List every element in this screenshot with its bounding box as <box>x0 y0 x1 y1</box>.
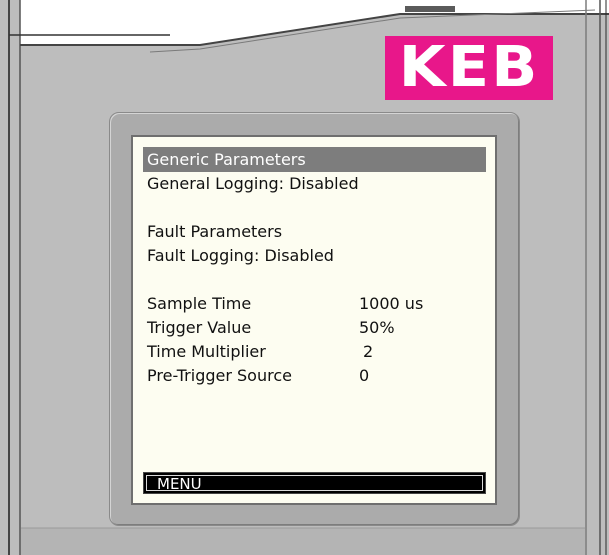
lcd-screen: Generic Parameters General Logging: Disa… <box>131 135 497 505</box>
param-row-pre-trigger-source[interactable]: Pre-Trigger Source 0 <box>143 364 486 388</box>
keb-logo: KEB <box>385 36 553 100</box>
menu-label: MENU <box>157 475 202 493</box>
general-logging-row[interactable]: General Logging: Disabled <box>143 172 486 196</box>
generic-parameters-title[interactable]: Generic Parameters <box>143 147 486 172</box>
keb-logo-text: KEB <box>398 35 540 100</box>
menu-bar[interactable]: MENU <box>143 472 486 494</box>
param-label: Sample Time <box>147 294 252 313</box>
param-label: Pre-Trigger Source <box>147 366 292 385</box>
param-value: 0 <box>359 366 370 385</box>
screen-content: Generic Parameters General Logging: Disa… <box>143 147 486 388</box>
param-value: 50% <box>359 318 395 337</box>
param-value: 1000 us <box>359 294 424 313</box>
param-row-time-multiplier[interactable]: Time Multiplier 2 <box>143 340 486 364</box>
param-label: Time Multiplier <box>147 342 266 361</box>
device-housing: KEB Generic Parameters General Logging: … <box>0 0 609 555</box>
fault-logging-row[interactable]: Fault Logging: Disabled <box>143 244 486 268</box>
menu-bar-inner: MENU <box>146 475 483 493</box>
fault-parameters-title[interactable]: Fault Parameters <box>143 220 486 244</box>
param-label: Trigger Value <box>147 318 252 337</box>
param-row-trigger-value[interactable]: Trigger Value 50% <box>143 316 486 340</box>
param-row-sample-time[interactable]: Sample Time 1000 us <box>143 292 486 316</box>
param-value: 2 <box>363 342 374 361</box>
